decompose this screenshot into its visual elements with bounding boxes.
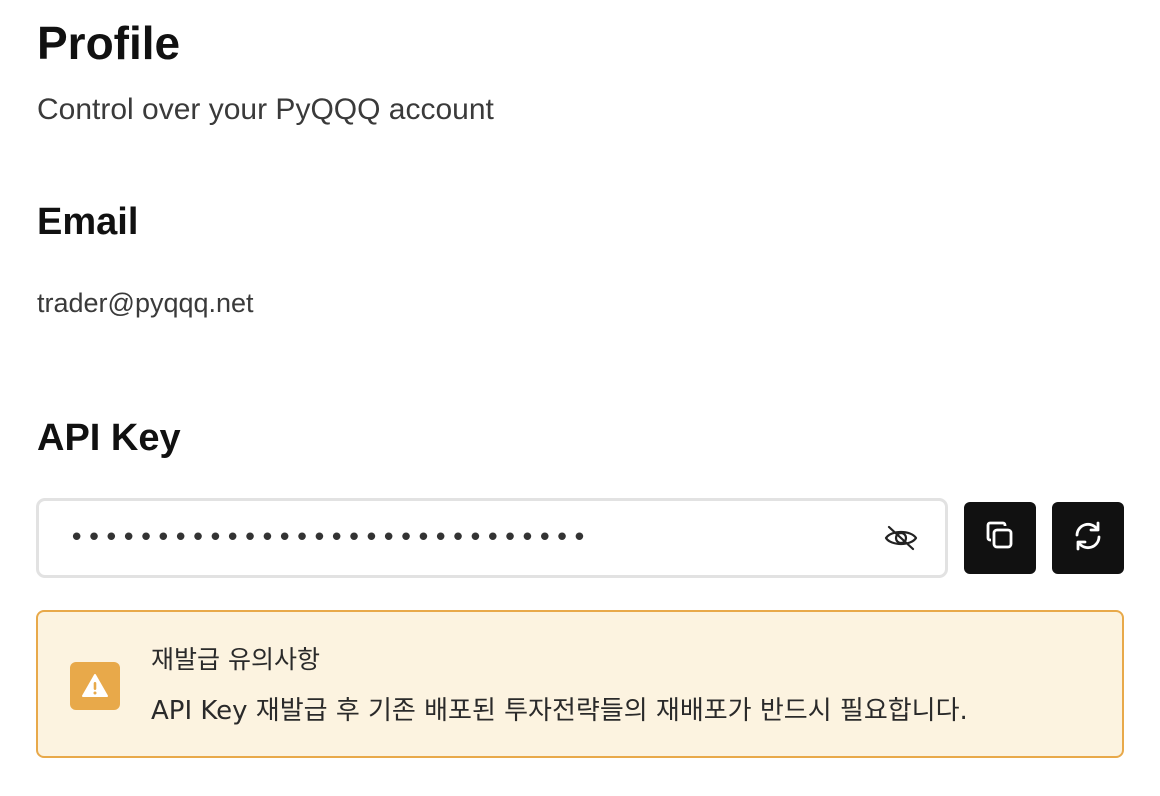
api-key-heading: API Key: [37, 417, 181, 459]
copy-button[interactable]: [964, 502, 1036, 574]
email-value: trader@pyqqq.net: [37, 288, 254, 318]
reissue-notice: 재발급 유의사항 API Key 재발급 후 기존 배포된 투자전략들의 재배포…: [36, 610, 1124, 758]
email-heading: Email: [37, 201, 139, 243]
page-subtitle: Control over your PyQQQ account: [37, 93, 494, 126]
refresh-icon: [1071, 519, 1105, 558]
regenerate-button[interactable]: [1052, 502, 1124, 574]
api-key-field[interactable]: ••••••••••••••••••••••••••••••: [36, 498, 948, 578]
notice-text: API Key 재발급 후 기존 배포된 투자전략들의 재배포가 반드시 필요합…: [151, 696, 968, 726]
copy-icon: [984, 520, 1016, 557]
api-key-masked-value: ••••••••••••••••••••••••••••••: [69, 523, 590, 553]
page-title: Profile: [37, 17, 181, 69]
notice-title: 재발급 유의사항: [151, 645, 320, 674]
warning-icon: [70, 662, 120, 710]
eye-off-icon[interactable]: [883, 523, 919, 553]
